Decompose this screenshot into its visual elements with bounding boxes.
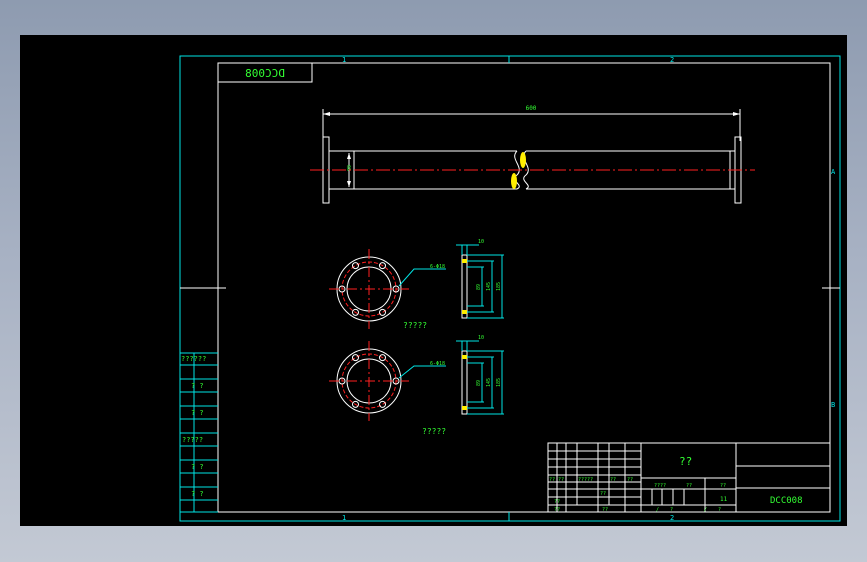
title-row-a-5: ?? [627,477,633,483]
zone-bottom-2: 2 [670,514,674,522]
zone-top-2: 2 [670,56,674,64]
cad-drawing: 1 2 1 2 A B DCC008 600 89 6-Φ18 ????? 10… [179,55,841,522]
flange-1-thickness-dim: 10 [478,239,484,245]
zone-right-b: B [831,401,835,409]
zone-bottom-1: 1 [342,514,346,522]
title-row-c-6: ? [718,507,721,513]
title-row-a-1: ?? [549,477,555,483]
flange-1-bolt-callout: 6-Φ18 [430,264,445,270]
title-row-b-5: ?? [720,483,726,489]
flange-2-bolt-callout: 6-Φ18 [430,361,445,367]
title-row-c-4: ? [670,507,673,513]
zone-right-a: A [831,168,836,176]
flange-1-dim-middle: 145 [486,282,492,291]
title-row-c-3: / [656,507,659,513]
title-row-c-2: ?? [602,507,608,513]
left-panel-label-5: ? ? [191,463,204,471]
break-highlight-bottom [511,173,517,189]
drawing-number-box-label: DCC008 [245,67,285,80]
left-panel-label-1: ?????? [181,355,206,363]
flange-2-views: 6-Φ18 ????? 10 89 145 185 [329,335,504,436]
flange-2-side-view [461,350,468,415]
flange-2-label: ????? [422,427,446,436]
left-panel-label-4: ????? [182,436,203,444]
flange-2-dim-middle: 145 [486,378,492,387]
title-block-drawing-number: DCC008 [770,496,803,506]
break-highlight-top [520,152,526,168]
flange-1-dim-outer: 185 [496,282,502,291]
title-row-c-1: ?? [554,507,560,513]
left-panel-label-2: ? ? [191,382,204,390]
left-panel-label-6: ? ? [191,490,204,498]
flange-1-side-view [461,254,468,319]
flange-2-dim-outer: 185 [496,378,502,387]
zone-top-1: 1 [342,56,346,64]
title-row-a-3: ????? [578,477,593,483]
flange-2-dim-inner: 89 [476,380,482,386]
flange-2-leader [398,365,446,379]
pipe-view: 600 89 [310,105,755,204]
title-row-a-2: ?? [558,477,564,483]
left-side-panel [180,352,218,513]
flange-1-leader [398,268,446,287]
inner-border [217,62,831,513]
title-block-material: ?? [679,455,692,468]
title-row-a-4: ?? [610,477,616,483]
title-row-b-1: ?? [554,499,560,505]
title-block-scale: 11 [720,496,728,503]
flange-1-label: ????? [403,321,427,330]
cad-drawing-canvas[interactable]: 1 2 1 2 A B DCC008 600 89 6-Φ18 ????? 10… [20,35,847,526]
outer-border [179,55,841,522]
title-row-b-3: ???? [654,483,666,489]
flange-1-views: 6-Φ18 ????? 10 89 145 185 [329,239,504,330]
left-panel-label-3: ? ? [191,409,204,417]
flange-1-dim-inner: 89 [476,284,482,290]
title-row-c-5: / [704,507,707,513]
pipe-length-dim: 600 [526,105,537,112]
title-row-b-4: ?? [686,483,692,489]
title-row-b-2: ?? [600,491,606,497]
flange-2-thickness-dim: 10 [478,335,484,341]
